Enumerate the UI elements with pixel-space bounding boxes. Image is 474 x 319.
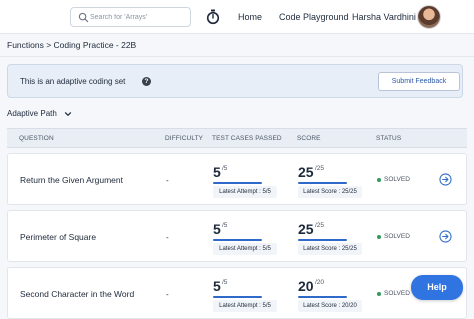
column-header-difficulty: DIFFICULTY [165,135,204,142]
solved-status-dot [377,292,381,296]
column-header-test-cases: TEST CASES PASSED [212,135,282,142]
submit-feedback-button[interactable]: Submit Feedback [378,72,460,91]
status-badge: SOLVED [384,290,410,297]
question-title[interactable]: Return the Given Argument [20,175,123,185]
column-header-score: SCORE [297,135,321,142]
question-title[interactable]: Second Character in the Word [20,289,134,299]
score-total-value: /25 [315,165,325,172]
tests-progress-bar [213,296,262,298]
status-badge: SOLVED [384,176,410,183]
tests-passed-value: 5 [213,221,221,237]
score-total-value: /20 [315,279,325,286]
score-value: 25 [298,164,314,180]
column-header-status: STATUS [376,135,402,142]
solved-status-dot [377,235,381,239]
table-row[interactable]: Return the Given Argument - 5 /5 Latest … [7,153,467,205]
search-input[interactable] [90,10,188,25]
user-name[interactable]: Harsha Vardhini [352,12,416,22]
score-value: 25 [298,221,314,237]
help-button[interactable]: Help [411,275,463,300]
breadcrumb: Functions > Coding Practice - 22B [7,40,137,50]
banner-text: This is an adaptive coding set [20,77,126,86]
difficulty-value: - [166,176,169,185]
nav-home-link[interactable]: Home [238,12,262,22]
score-total-value: /25 [315,222,325,229]
solved-status-dot [377,178,381,182]
latest-attempt-badge: Latest Attempt : 5/5 [213,186,277,198]
tests-passed-value: 5 [213,164,221,180]
nav-code-playground-link[interactable]: Code Playground [279,12,349,22]
score-progress-bar [298,296,347,298]
adaptive-path-dropdown[interactable]: Adaptive Path [7,109,57,118]
search-box[interactable] [70,7,191,27]
top-navigation-bar: Home Code Playground Harsha Vardhini [0,0,474,34]
chevron-down-icon[interactable] [64,110,72,118]
latest-attempt-badge: Latest Attempt : 5/5 [213,300,277,312]
table-header: QUESTION DIFFICULTY TEST CASES PASSED SC… [7,128,467,148]
tests-total-value: /5 [222,165,228,172]
divider [0,56,474,57]
score-progress-bar [298,182,347,184]
table-row[interactable]: Second Character in the Word - 5 /5 Late… [7,267,467,319]
question-title[interactable]: Perimeter of Square [20,232,96,242]
latest-score-badge: Latest Score : 25/25 [298,186,362,198]
latest-attempt-badge: Latest Attempt : 5/5 [213,243,277,255]
search-icon [78,12,89,23]
score-value: 20 [298,278,314,294]
difficulty-value: - [166,233,169,242]
tests-total-value: /5 [222,222,228,229]
info-icon[interactable]: ? [142,77,151,86]
difficulty-value: - [166,290,169,299]
avatar[interactable] [417,5,441,29]
tests-passed-value: 5 [213,278,221,294]
tests-progress-bar [213,239,262,241]
column-header-question: QUESTION [19,135,54,142]
table-row[interactable]: Perimeter of Square - 5 /5 Latest Attemp… [7,210,467,262]
adaptive-set-banner: This is an adaptive coding set ? Submit … [7,64,463,98]
arrow-right-circle-icon[interactable] [439,230,452,243]
latest-score-badge: Latest Score : 25/25 [298,243,362,255]
status-badge: SOLVED [384,233,410,240]
tests-progress-bar [213,182,262,184]
arrow-right-circle-icon[interactable] [439,173,452,186]
latest-score-badge: Latest Score : 20/20 [298,300,362,312]
stopwatch-icon[interactable] [206,9,220,25]
score-progress-bar [298,239,347,241]
tests-total-value: /5 [222,279,228,286]
